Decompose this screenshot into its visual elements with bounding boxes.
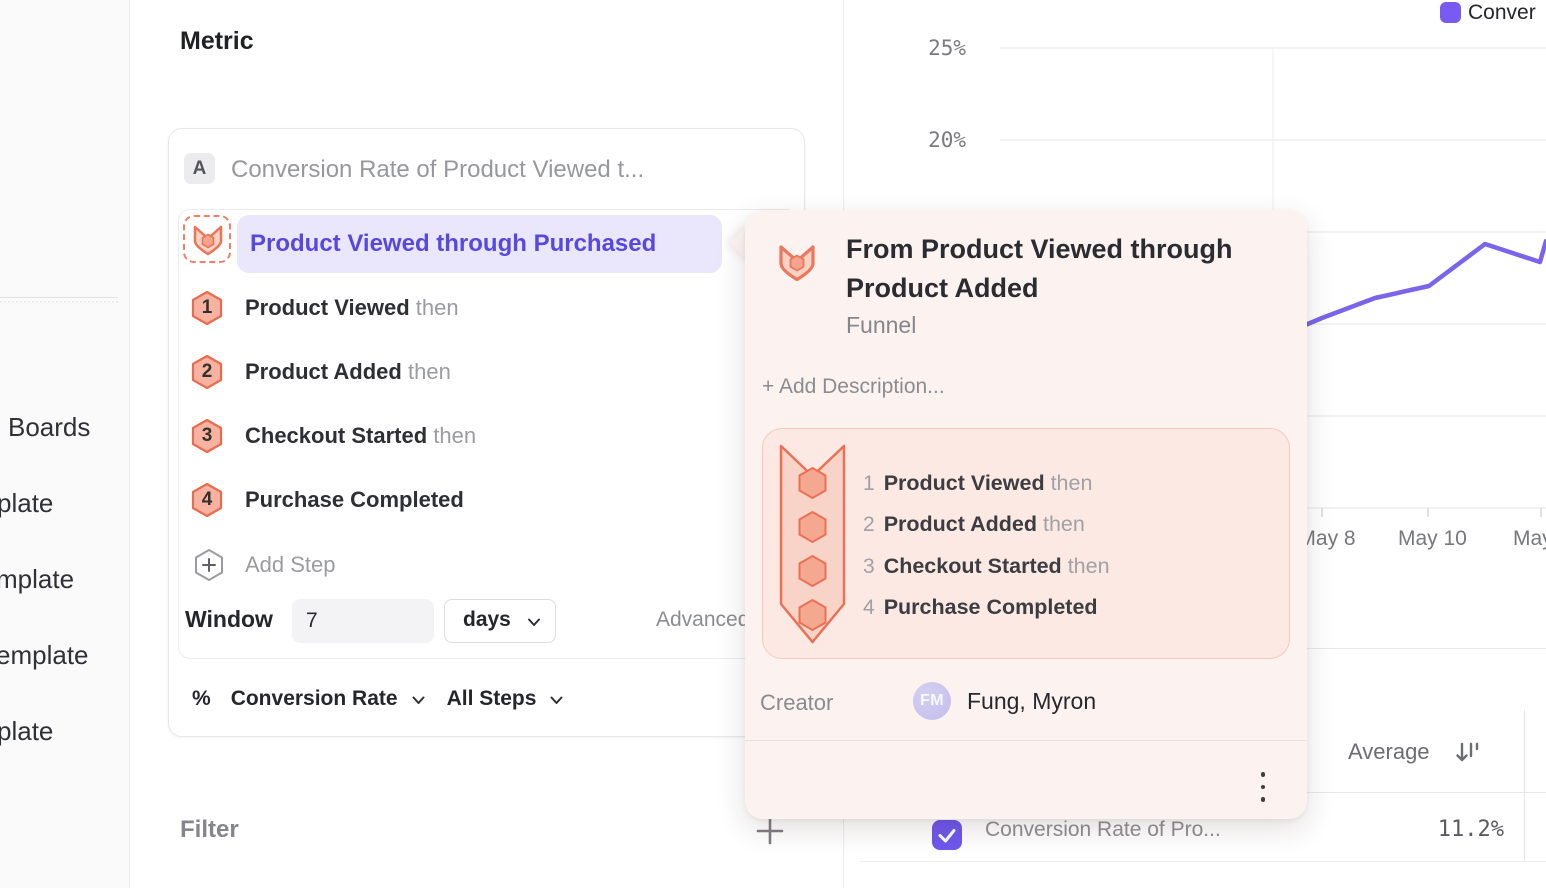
checkmark-icon xyxy=(932,820,962,850)
sidebar-divider xyxy=(0,297,118,298)
series-title: Conversion Rate of Product Viewed t... xyxy=(231,156,644,184)
funnel-ribbon-icon xyxy=(779,444,846,644)
popover-steps-card: 1Product Viewed then 2Product Added then… xyxy=(762,428,1290,659)
funnel-step-row[interactable]: 1 Product Viewed then xyxy=(179,290,779,326)
measure-type-dropdown[interactable]: Conversion Rate xyxy=(231,687,398,711)
creator-name: Fung, Myron xyxy=(967,688,1096,715)
chevron-down-icon xyxy=(412,696,425,705)
window-value-input[interactable] xyxy=(292,599,434,643)
sidebar: Boards plate mplate emplate plate xyxy=(0,0,130,888)
table-column-divider xyxy=(1524,710,1525,861)
chevron-down-icon xyxy=(527,618,541,627)
step-name: Product Viewed xyxy=(245,295,410,320)
funnel-metric-icon[interactable] xyxy=(183,215,231,263)
sidebar-divider-dots xyxy=(0,301,118,303)
step-3-hexagon-icon: 3 xyxy=(190,418,224,454)
sidebar-item-template-2[interactable]: mplate xyxy=(0,564,74,594)
add-step-label: Add Step xyxy=(245,547,336,583)
add-description-link[interactable]: + Add Description... xyxy=(762,375,945,399)
step-connector: then xyxy=(408,359,451,384)
popover-step-row: 3Checkout Started then xyxy=(863,546,1283,586)
advanced-link[interactable]: Advanced xyxy=(656,608,749,632)
sort-descending-icon[interactable] xyxy=(1455,741,1481,770)
table-row-average-value: 11.2% xyxy=(1404,817,1504,842)
window-unit-value: days xyxy=(463,608,511,632)
creator-avatar: FM xyxy=(913,682,951,720)
metric-type-label: Funnel xyxy=(846,312,916,339)
series-checkbox[interactable] xyxy=(932,820,962,850)
selected-funnel-step[interactable]: Product Viewed through Purchased xyxy=(237,215,722,273)
popover-step-row: 4Purchase Completed xyxy=(863,587,1283,627)
step-1-hexagon-icon: 1 xyxy=(190,290,224,326)
step-2-hexagon-icon: 2 xyxy=(190,354,224,390)
popover-step-row: 2Product Added then xyxy=(863,504,1283,544)
table-row-label: Conversion Rate of Pro... xyxy=(985,818,1221,842)
funnel-step-row[interactable]: 2 Product Added then xyxy=(179,354,779,390)
filter-section-heading: Filter xyxy=(180,816,239,844)
sidebar-item-template-3[interactable]: emplate xyxy=(0,640,89,670)
chevron-down-icon xyxy=(550,696,563,705)
funnel-icon xyxy=(192,223,224,257)
sidebar-item-template-4[interactable]: plate xyxy=(0,716,53,746)
sidebar-item-template-1[interactable]: plate xyxy=(0,488,53,518)
funnel-step-row[interactable]: 3 Checkout Started then xyxy=(179,418,779,454)
conversion-window-row: Window days Advanced xyxy=(179,599,791,643)
funnel-step-row[interactable]: 4 Purchase Completed xyxy=(179,482,779,518)
average-column-header[interactable]: Average xyxy=(1348,739,1430,765)
measure-row: % Conversion Rate All Steps xyxy=(169,659,804,738)
step-connector: then xyxy=(433,423,476,448)
step-name: Checkout Started xyxy=(245,423,427,448)
step-name: Purchase Completed xyxy=(245,487,464,512)
step-name: Product Added xyxy=(245,359,402,384)
series-a-badge: A xyxy=(184,153,215,184)
metric-card: A Conversion Rate of Product Viewed t...… xyxy=(168,128,805,737)
window-label: Window xyxy=(185,606,273,633)
table-row-divider xyxy=(860,861,1546,862)
step-connector: then xyxy=(416,295,459,320)
sidebar-item-boards[interactable]: Boards xyxy=(8,412,90,442)
add-filter-button[interactable] xyxy=(753,814,787,848)
x-axis-ticks xyxy=(1322,508,1541,517)
funnel-details-popover: From Product Viewed throughProduct Added… xyxy=(745,210,1307,819)
add-step-button[interactable]: Add Step xyxy=(179,547,779,583)
popover-step-row: 1Product Viewed then xyxy=(863,463,1283,503)
more-options-kebab-menu[interactable] xyxy=(1248,766,1278,808)
step-4-hexagon-icon: 4 xyxy=(190,482,224,518)
funnel-icon xyxy=(778,242,816,289)
popover-title: From Product Viewed throughProduct Added xyxy=(846,230,1286,308)
plus-icon xyxy=(753,814,787,848)
creator-label: Creator xyxy=(760,690,833,716)
window-unit-select[interactable]: days xyxy=(444,599,556,643)
funnel-editor-card: Product Viewed through Purchased 1 Produ… xyxy=(178,209,798,659)
percent-symbol: % xyxy=(192,687,211,711)
add-step-hexagon-plus-icon xyxy=(192,547,226,583)
metric-section-heading: Metric xyxy=(180,27,254,56)
popover-footer-divider xyxy=(745,740,1307,741)
steps-scope-dropdown[interactable]: All Steps xyxy=(447,687,537,711)
